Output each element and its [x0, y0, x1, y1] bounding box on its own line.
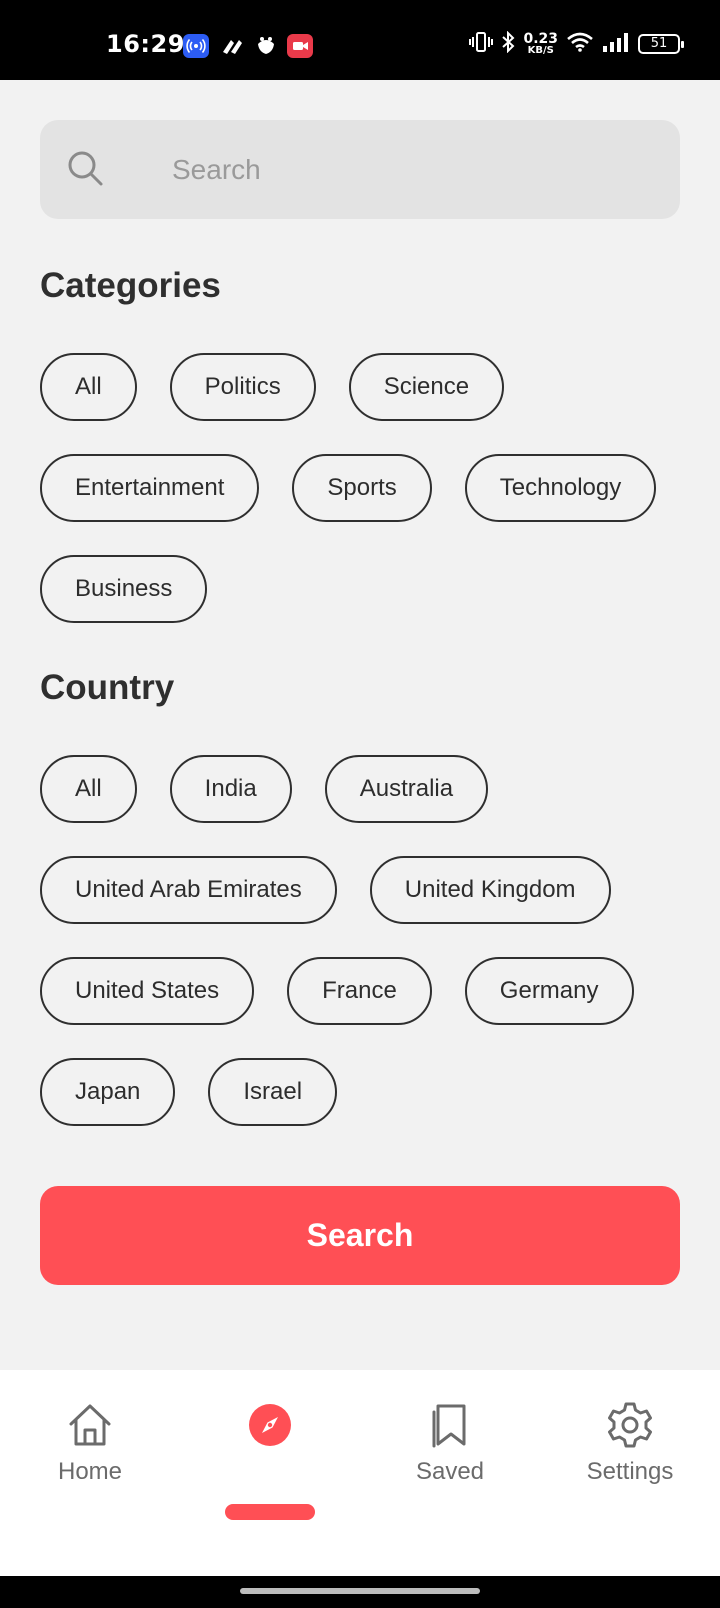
- search-icon: [68, 151, 103, 186]
- search-button[interactable]: Search: [40, 1186, 680, 1285]
- network-speed-value: 0.23: [523, 31, 558, 47]
- nav-active-indicator: [225, 1504, 315, 1520]
- country-chip[interactable]: Japan: [40, 1058, 176, 1126]
- country-chip[interactable]: United States: [40, 957, 255, 1025]
- nav-saved[interactable]: Saved: [360, 1400, 540, 1520]
- status-time: 16:29: [106, 30, 185, 58]
- home-icon: [69, 1404, 111, 1446]
- category-chip[interactable]: All: [40, 353, 137, 421]
- network-speed: 0.23 KB/S: [523, 32, 558, 56]
- bluetooth-icon: [501, 30, 515, 58]
- nav-explore[interactable]: [180, 1400, 360, 1520]
- country-chip[interactable]: All: [40, 755, 137, 823]
- category-chip[interactable]: Business: [40, 555, 208, 623]
- country-chip[interactable]: France: [287, 957, 432, 1025]
- country-chip[interactable]: India: [169, 755, 292, 823]
- country-chip[interactable]: Australia: [324, 755, 489, 823]
- category-chip[interactable]: Entertainment: [40, 454, 260, 522]
- country-chip[interactable]: United Arab Emirates: [40, 856, 337, 924]
- category-chip[interactable]: Politics: [169, 353, 316, 421]
- status-indicators: 0.23 KB/S 51: [469, 28, 684, 60]
- bottom-navigation: Home Saved Settings: [0, 1370, 720, 1576]
- tools-app-icon: [219, 34, 245, 58]
- signal-icon: [602, 32, 630, 57]
- country-chip[interactable]: Germany: [464, 957, 634, 1025]
- country-chip-list: All India Australia United Arab Emirates Uni…: [40, 755, 690, 1126]
- categories-title: Categories: [40, 266, 221, 305]
- nav-home[interactable]: Home: [0, 1400, 180, 1520]
- category-chip[interactable]: Science: [348, 353, 505, 421]
- gesture-handle[interactable]: [240, 1588, 480, 1594]
- gear-icon: [608, 1402, 652, 1448]
- battery-indicator: 51: [638, 34, 684, 54]
- video-app-icon: [287, 34, 313, 58]
- vibrate-icon: [469, 31, 494, 58]
- country-title: Country: [40, 668, 175, 707]
- search-input[interactable]: [172, 120, 652, 219]
- country-chip[interactable]: United Kingdom: [369, 856, 611, 924]
- broadcast-app-icon: [183, 34, 209, 58]
- bookmark-icon: [432, 1404, 466, 1448]
- status-bar: 16:29 0.23 KB/S 51: [0, 0, 720, 80]
- compass-icon: [249, 1404, 291, 1446]
- nav-home-label: Home: [57, 1458, 123, 1485]
- bird-app-icon: [253, 34, 279, 58]
- network-speed-unit: KB/S: [527, 45, 554, 56]
- nav-settings[interactable]: Settings: [540, 1400, 720, 1520]
- category-chip[interactable]: Technology: [464, 454, 657, 522]
- category-chip[interactable]: Sports: [292, 454, 432, 522]
- category-chip-list: All Politics Science Entertainment Sports Tec…: [40, 353, 690, 623]
- country-chip[interactable]: Israel: [208, 1058, 338, 1126]
- gesture-bar: [0, 1576, 720, 1608]
- nav-settings-label: Settings: [586, 1458, 674, 1485]
- nav-saved-label: Saved: [415, 1458, 485, 1485]
- wifi-icon: [566, 31, 594, 58]
- search-field[interactable]: [40, 120, 680, 219]
